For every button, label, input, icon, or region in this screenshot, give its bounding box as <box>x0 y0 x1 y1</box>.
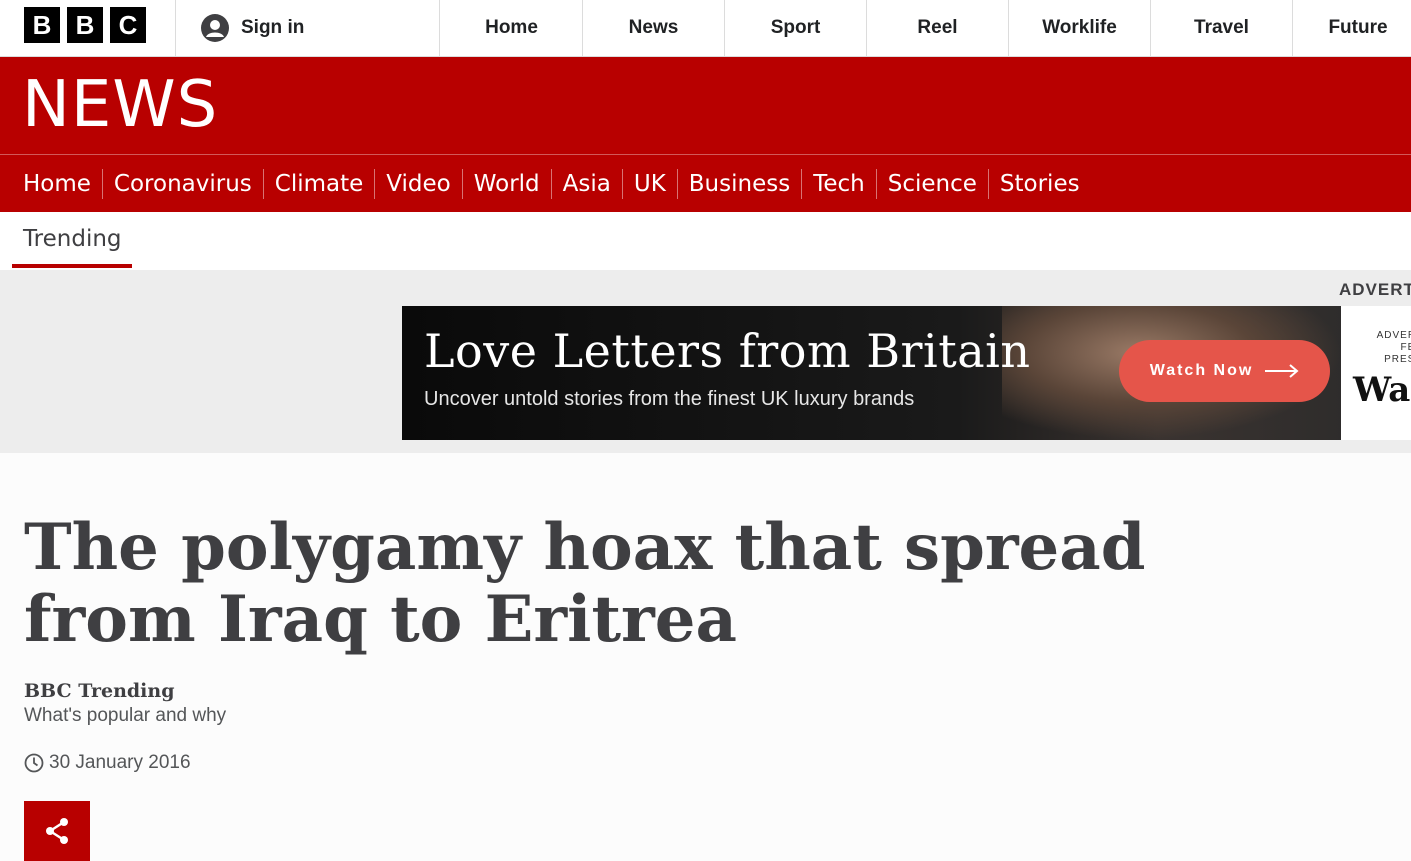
user-icon <box>201 14 229 42</box>
news-wordmark[interactable]: NEWS <box>22 73 218 137</box>
section-nav-science[interactable]: Science <box>877 168 989 199</box>
sign-in-label: Sign in <box>241 17 305 38</box>
arrow-right-icon <box>1265 364 1299 378</box>
advert-sponsor-line: FEA <box>1400 342 1411 353</box>
section-nav-climate[interactable]: Climate <box>264 168 376 199</box>
global-nav-news[interactable]: News <box>583 0 725 56</box>
share-icon <box>46 818 68 844</box>
advert-title: Love Letters from Britain <box>424 324 1031 378</box>
global-nav: Home News Sport Reel Worklife Travel Fut… <box>441 0 1411 56</box>
article-headline: The polygamy hoax that spread from Iraq … <box>24 510 1146 657</box>
clock-icon <box>24 753 44 773</box>
advert-subtitle: Uncover untold stories from the finest U… <box>424 388 915 410</box>
section-nav-stories[interactable]: Stories <box>989 169 1091 199</box>
advert-sponsor-line: ADVERT <box>1376 330 1411 341</box>
global-nav-future[interactable]: Future <box>1293 0 1411 56</box>
section-nav-world[interactable]: World <box>463 168 552 199</box>
bbc-logo-block: C <box>110 7 146 43</box>
section-nav-uk[interactable]: UK <box>623 168 678 199</box>
advert-sponsor-line: PRESE <box>1384 354 1411 365</box>
section-nav-asia[interactable]: Asia <box>552 168 623 199</box>
advert-sponsor-text: ADVERT FEA PRESE <box>1363 330 1411 366</box>
advert-sponsor-panel: ADVERT FEA PRESE Wal <box>1341 306 1411 440</box>
section-nav-video[interactable]: Video <box>375 168 463 199</box>
byline-name: BBC Trending <box>24 680 175 702</box>
global-nav-travel[interactable]: Travel <box>1151 0 1293 56</box>
global-header: B B C Sign in Home News Sport Reel Workl… <box>0 0 1411 57</box>
article-timestamp: 30 January 2016 <box>24 752 191 774</box>
sub-nav: Trending <box>0 212 1411 270</box>
global-nav-reel[interactable]: Reel <box>867 0 1009 56</box>
section-nav-home[interactable]: Home <box>12 168 103 199</box>
global-nav-worklife[interactable]: Worklife <box>1009 0 1151 56</box>
watch-now-label: Watch Now <box>1149 362 1254 379</box>
global-nav-sport[interactable]: Sport <box>725 0 867 56</box>
byline-role: What's popular and why <box>24 705 227 726</box>
sign-in-link[interactable]: Sign in <box>175 0 440 56</box>
bbc-logo-block: B <box>24 7 60 43</box>
advert-sponsor-brand: Wal <box>1353 370 1411 410</box>
advert-label: ADVERT <box>1339 280 1411 299</box>
section-nav-business[interactable]: Business <box>678 168 803 199</box>
section-nav-coronavirus[interactable]: Coronavirus <box>103 168 264 199</box>
section-nav: Home Coronavirus Climate Video World Asi… <box>0 154 1411 212</box>
advert-area: ADVERT Love Letters from Britain Uncover… <box>0 270 1411 453</box>
sub-nav-trending[interactable]: Trending <box>12 212 132 268</box>
section-nav-tech[interactable]: Tech <box>802 168 877 199</box>
share-button[interactable] <box>24 801 90 861</box>
bbc-logo[interactable]: B B C <box>24 7 146 43</box>
watch-now-button[interactable]: Watch Now <box>1119 340 1330 402</box>
article-date: 30 January 2016 <box>49 752 191 773</box>
global-nav-home[interactable]: Home <box>441 0 583 56</box>
news-banner: NEWS <box>0 57 1411 154</box>
bbc-logo-block: B <box>67 7 103 43</box>
advert-banner[interactable]: Love Letters from Britain Uncover untold… <box>402 306 1411 440</box>
